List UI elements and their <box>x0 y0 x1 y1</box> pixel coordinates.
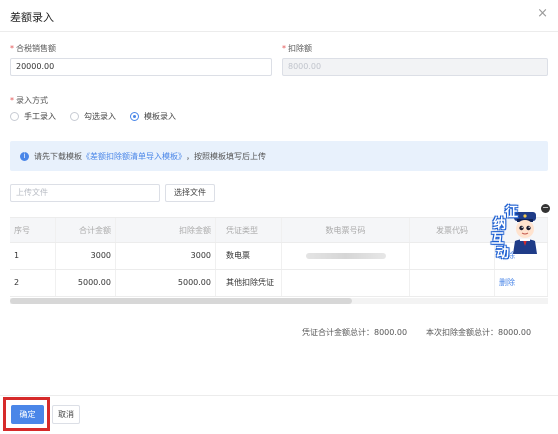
dialog-title: 差额录入 <box>10 11 54 24</box>
column-header: 合计金额 <box>56 218 116 242</box>
tax-sales-label-text: 合税销售额 <box>16 44 56 53</box>
required-mark: * <box>10 96 14 105</box>
delete-link[interactable]: 删除 <box>499 278 515 287</box>
entry-mode-radio-group: 手工录入 勾选录入 模板录入 <box>10 111 190 122</box>
template-download-link[interactable]: 《差额扣除额清单导入模板》 <box>82 151 186 162</box>
column-header: 序号 <box>10 218 56 242</box>
banner-suffix: ，按照模板填写后上传 <box>186 151 266 161</box>
assistant-char: 征 <box>505 205 519 220</box>
row-invoice-number-redacted <box>282 243 410 269</box>
confirm-button[interactable]: 确定 <box>11 405 44 424</box>
info-icon: i <box>20 151 29 161</box>
row-invoice-number <box>282 270 410 296</box>
entry-mode-label: * 录入方式 <box>10 95 48 106</box>
deduction-table: 序号 合计金额 扣除金额 凭证类型 数电票号码 发票代码 1 3000 3000… <box>10 217 548 297</box>
radio-checked-icon <box>130 112 139 121</box>
close-icon[interactable]: × <box>537 6 548 21</box>
cancel-button[interactable]: 取消 <box>52 405 80 424</box>
redacted-block <box>305 252 386 259</box>
radio-circle-icon <box>70 112 79 121</box>
assistant-char: 动 <box>496 246 510 261</box>
required-mark: * <box>282 44 286 53</box>
radio-manual-entry[interactable]: 手工录入 <box>10 111 56 122</box>
row-index: 1 <box>10 243 56 269</box>
tax-sales-label: * 合税销售额 <box>10 43 56 54</box>
row-deduction: 3000 <box>116 243 216 269</box>
row-invoice-code <box>410 270 495 296</box>
deduction-total: 本次扣除金额总计：8000.00 <box>426 328 532 337</box>
deduction-label-text: 扣除额 <box>288 44 312 53</box>
radio-check-entry[interactable]: 勾选录入 <box>70 111 116 122</box>
entry-mode-label-text: 录入方式 <box>16 96 48 105</box>
row-type: 其他扣除凭证 <box>216 270 282 296</box>
radio-label: 手工录入 <box>24 112 56 121</box>
column-header: 凭证类型 <box>216 218 282 242</box>
tax-sales-input[interactable]: 20000.00 <box>10 58 272 76</box>
collapse-icon[interactable]: − <box>541 204 550 213</box>
scrollbar-thumb[interactable] <box>10 298 352 304</box>
row-total: 3000 <box>56 243 116 269</box>
row-action: 删除 <box>495 270 548 296</box>
radio-label: 模板录入 <box>144 112 176 121</box>
horizontal-scrollbar[interactable] <box>10 298 548 304</box>
table-header: 序号 合计金额 扣除金额 凭证类型 数电票号码 发票代码 <box>10 217 548 243</box>
column-header: 数电票号码 <box>282 218 410 242</box>
voucher-total: 凭证合计金额总计：8000.00 <box>302 328 408 337</box>
radio-template-entry[interactable]: 模板录入 <box>130 111 176 122</box>
table-row: 1 3000 3000 数电票 删除 <box>10 243 548 270</box>
deduction-label: * 扣除额 <box>282 43 312 54</box>
radio-circle-icon <box>10 112 19 121</box>
row-deduction: 5000.00 <box>116 270 216 296</box>
row-index: 2 <box>10 270 56 296</box>
row-invoice-code <box>410 243 495 269</box>
banner-prefix: 请先下载模板 <box>34 151 82 161</box>
choose-file-button[interactable]: 选择文件 <box>165 184 215 202</box>
required-mark: * <box>10 44 14 53</box>
footer-divider <box>0 395 558 396</box>
row-total: 5000.00 <box>56 270 116 296</box>
title-divider <box>0 31 558 32</box>
radio-label: 勾选录入 <box>84 112 116 121</box>
table-row: 2 5000.00 5000.00 其他扣除凭证 删除 <box>10 270 548 297</box>
info-banner: i 请先下载模板 《差额扣除额清单导入模板》 ，按照模板填写后上传 <box>10 141 548 171</box>
column-header: 扣除金额 <box>116 218 216 242</box>
column-header: 发票代码 <box>410 218 495 242</box>
upload-file-input[interactable]: 上传文件 <box>10 184 160 202</box>
row-type: 数电票 <box>216 243 282 269</box>
assistant-widget[interactable]: − 征 纳 互 动 <box>488 200 550 261</box>
deduction-input: 8000.00 <box>282 58 548 76</box>
